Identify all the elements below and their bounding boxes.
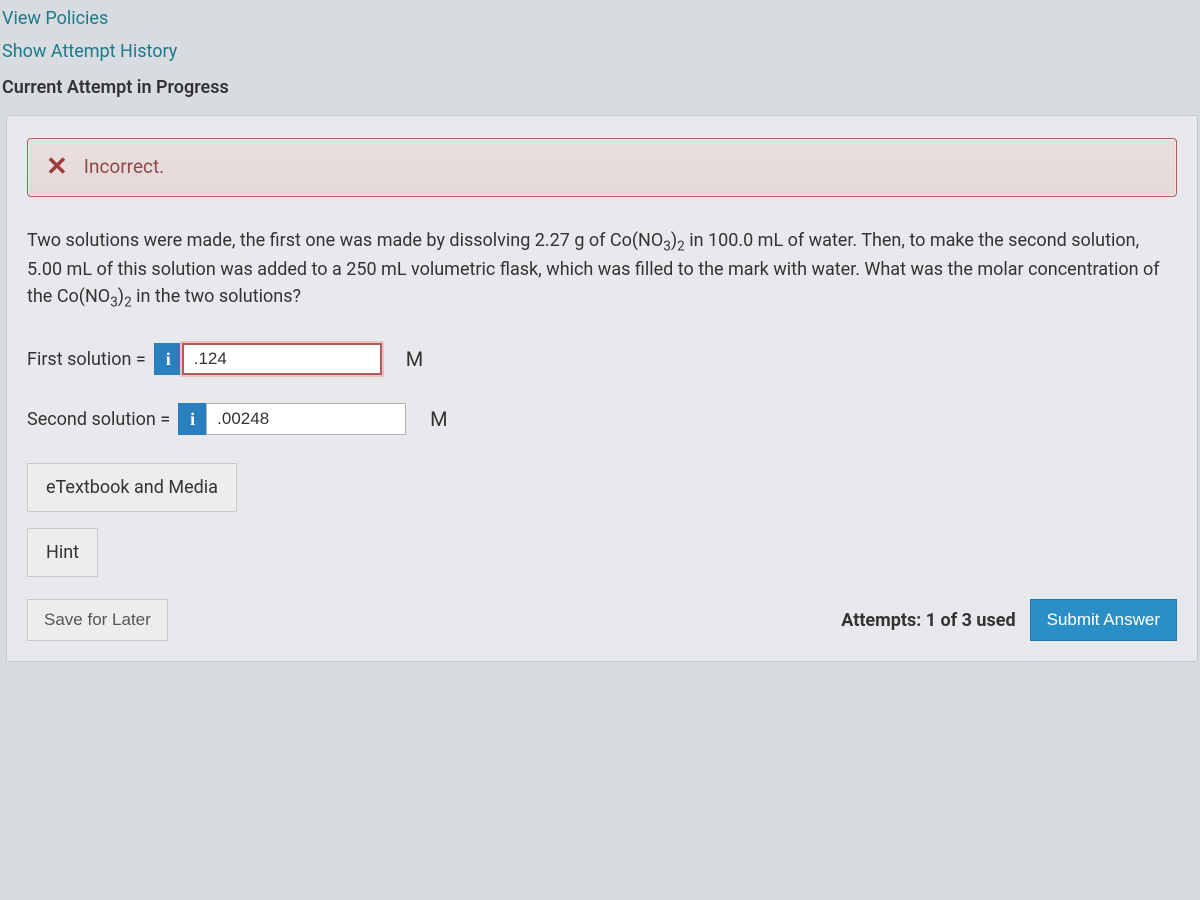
hint-button[interactable]: Hint — [27, 528, 98, 577]
question-sub: 2 — [677, 238, 685, 254]
view-policies-link[interactable]: View Policies — [2, 2, 1200, 35]
question-text: Two solutions were made, the first one w… — [27, 227, 1177, 314]
etextbook-media-button[interactable]: eTextbook and Media — [27, 463, 237, 512]
question-container: ✕ Incorrect. Two solutions were made, th… — [6, 115, 1198, 662]
second-solution-input[interactable] — [206, 403, 406, 435]
question-sub: 3 — [663, 238, 671, 254]
feedback-incorrect-bar: ✕ Incorrect. — [27, 138, 1177, 197]
question-sub: 3 — [110, 295, 118, 311]
second-solution-row: Second solution = i M — [27, 403, 1177, 435]
first-solution-unit: M — [406, 344, 423, 374]
show-attempt-history-link[interactable]: Show Attempt History — [2, 35, 1200, 68]
info-icon[interactable]: i — [178, 403, 206, 435]
first-solution-input[interactable] — [182, 343, 382, 375]
question-part: Two solutions were made, the first one w… — [27, 230, 663, 251]
save-for-later-button[interactable]: Save for Later — [27, 599, 168, 641]
question-sub: 2 — [124, 295, 132, 311]
first-solution-label: First solution = — [27, 346, 146, 373]
footer-row: Save for Later Attempts: 1 of 3 used Sub… — [27, 599, 1177, 641]
second-solution-label: Second solution = — [27, 406, 170, 433]
first-solution-row: First solution = i M — [27, 343, 1177, 375]
second-solution-unit: M — [430, 404, 447, 434]
info-icon[interactable]: i — [154, 343, 182, 375]
attempts-text: Attempts: 1 of 3 used — [841, 607, 1015, 634]
current-attempt-label: Current Attempt in Progress — [0, 68, 1200, 115]
incorrect-x-icon: ✕ — [46, 154, 68, 180]
submit-answer-button[interactable]: Submit Answer — [1030, 599, 1177, 641]
question-part: in the two solutions? — [132, 286, 301, 307]
feedback-text: Incorrect. — [84, 153, 164, 182]
